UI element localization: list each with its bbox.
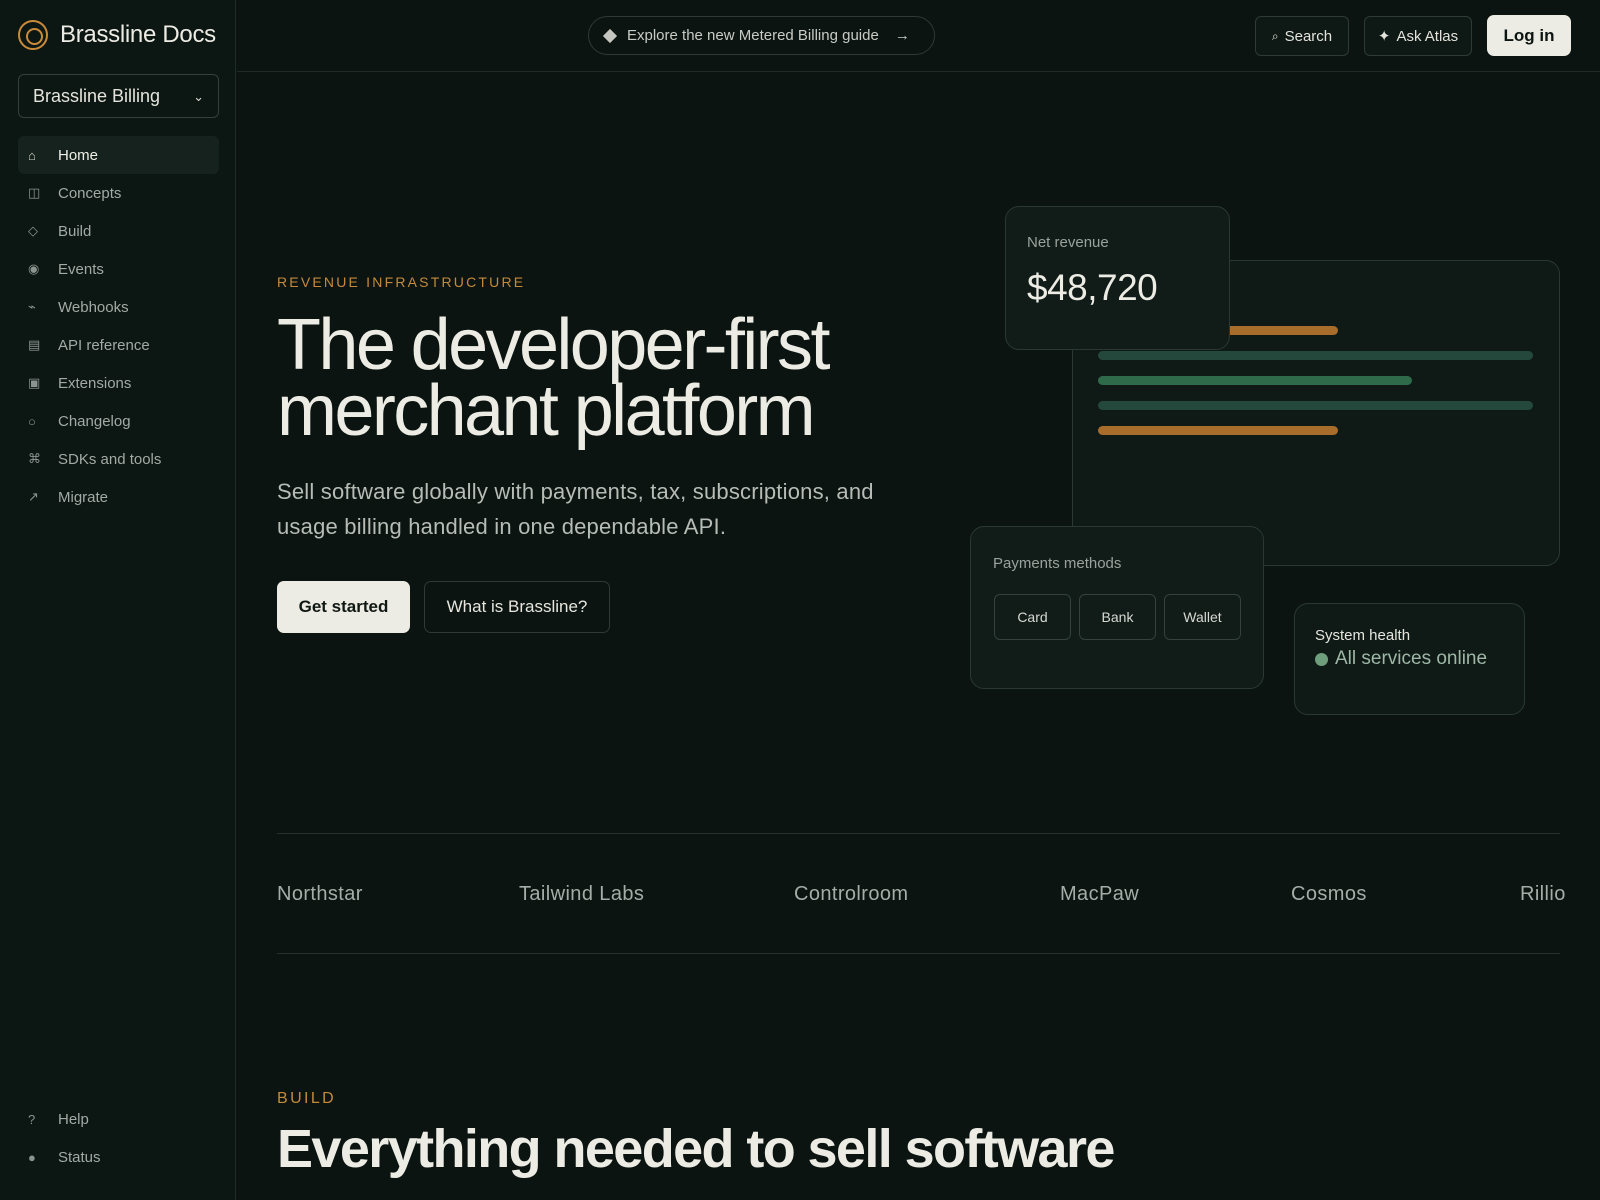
- hero-eyebrow: REVENUE INFRASTRUCTURE: [277, 274, 526, 290]
- top-bar: Explore the new Metered Billing guide → …: [237, 0, 1600, 72]
- net-revenue-value: $48,720: [1027, 267, 1158, 308]
- divider: [277, 833, 1560, 834]
- diamond-icon: ◇: [28, 223, 38, 238]
- sidebar-item-label: Events: [58, 260, 104, 278]
- net-revenue-card: Net revenue $48,720: [1005, 206, 1230, 350]
- sidebar-item-status[interactable]: ● Status: [18, 1138, 219, 1176]
- sidebar-item-help[interactable]: ? Help: [18, 1100, 219, 1138]
- preview-bar: [1098, 426, 1338, 435]
- announcement-pill[interactable]: Explore the new Metered Billing guide →: [588, 16, 935, 55]
- arrow-up-right-icon: ↗: [28, 489, 39, 504]
- diamond-icon: [602, 28, 618, 43]
- hero-subtitle: Sell software globally with payments, ta…: [277, 479, 874, 539]
- product-select[interactable]: Brassline Billing ⌄: [18, 74, 219, 118]
- puzzle-icon: ▣: [28, 375, 41, 390]
- payment-method-card[interactable]: Card: [994, 594, 1071, 640]
- sidebar-item-home[interactable]: ⌂ Home: [18, 136, 219, 174]
- home-icon: ⌂: [28, 147, 36, 163]
- login-button[interactable]: Log in: [1487, 15, 1571, 56]
- ask-atlas-button[interactable]: ✦ Ask Atlas: [1364, 16, 1472, 56]
- hero-title: The developer-first merchant platform: [277, 305, 830, 451]
- get-started-button[interactable]: Get started: [277, 581, 410, 633]
- webhook-icon: ⌁: [28, 299, 36, 314]
- system-health-status-text: All services online: [1335, 648, 1488, 669]
- sidebar-item-sdks-and-tools[interactable]: ⌘ SDKs and tools: [18, 440, 219, 478]
- announcement-text: Explore the new Metered Billing guide: [627, 27, 879, 44]
- customer-logo: Cosmos: [1291, 883, 1367, 905]
- divider: [277, 953, 1560, 954]
- preview-bar: [1098, 401, 1533, 410]
- build-section-title: Everything needed to sell software: [277, 1119, 1115, 1179]
- system-health-status: All services online: [1315, 648, 1487, 670]
- payment-methods-card: Payments methods Card Bank Wallet: [970, 526, 1264, 689]
- build-eyebrow: BUILD: [277, 1090, 337, 1107]
- customer-logo: Controlroom: [794, 883, 909, 905]
- sidebar-item-label: Status: [58, 1148, 101, 1166]
- sidebar-item-label: Migrate: [58, 488, 109, 506]
- sidebar-item-label: Extensions: [58, 374, 132, 392]
- sidebar-item-label: API reference: [58, 336, 150, 354]
- help-icon: ?: [28, 1111, 36, 1127]
- sidebar-nav: ⌂ Home ◫ Concepts ◇ Build ◉ Events ⌁ Web…: [18, 136, 219, 516]
- what-is-brassline-button[interactable]: What is Brassline?: [424, 581, 610, 633]
- command-icon: ⌘: [28, 451, 41, 466]
- search-icon: ⌕: [1271, 28, 1279, 43]
- product-select-value: Brassline Billing: [33, 85, 161, 106]
- code-doc-icon: ▤: [28, 337, 41, 352]
- sidebar-item-label: Build: [58, 222, 92, 240]
- sidebar-item-label: Home: [58, 146, 99, 164]
- sidebar-item-label: Concepts: [58, 184, 122, 202]
- system-health-card: System health All services online: [1294, 603, 1525, 715]
- radio-icon: ◉: [28, 261, 40, 276]
- sidebar-item-build[interactable]: ◇ Build: [18, 212, 219, 250]
- arrow-right-icon: →: [894, 27, 910, 44]
- sidebar-item-extensions[interactable]: ▣ Extensions: [18, 364, 219, 402]
- customer-logo: Rillio: [1520, 883, 1566, 905]
- payment-method-wallet[interactable]: Wallet: [1164, 594, 1241, 640]
- customer-logo: Tailwind Labs: [519, 883, 645, 905]
- payment-methods-label: Payments methods: [993, 555, 1122, 572]
- payment-method-bank[interactable]: Bank: [1079, 594, 1156, 640]
- sidebar-item-events[interactable]: ◉ Events: [18, 250, 219, 288]
- sidebar-item-label: Help: [58, 1110, 89, 1128]
- sidebar-item-label: SDKs and tools: [58, 450, 162, 468]
- preview-bar: [1098, 376, 1412, 385]
- book-icon: ◫: [28, 185, 41, 200]
- sidebar-item-changelog[interactable]: ○ Changelog: [18, 402, 219, 440]
- sidebar-item-concepts[interactable]: ◫ Concepts: [18, 174, 219, 212]
- circle-icon: ○: [28, 413, 36, 429]
- chevron-down-icon: ⌄: [193, 89, 204, 104]
- system-health-label: System health: [1315, 627, 1411, 644]
- preview-bar: [1098, 351, 1533, 360]
- brass-ring-logo-icon: [18, 20, 48, 50]
- search-button[interactable]: ⌕ Search: [1255, 16, 1349, 56]
- sidebar-item-label: Webhooks: [58, 298, 129, 316]
- brand-name: Brassline Docs: [60, 21, 216, 48]
- customer-logo: Northstar: [277, 883, 363, 905]
- status-dot-icon: [1315, 652, 1328, 666]
- customer-logo: MacPaw: [1060, 883, 1140, 905]
- sidebar-item-label: Changelog: [58, 412, 131, 430]
- net-revenue-label: Net revenue: [1027, 234, 1109, 251]
- sidebar-item-migrate[interactable]: ↗ Migrate: [18, 478, 219, 516]
- status-dot-icon: ●: [28, 1149, 36, 1165]
- sidebar-item-webhooks[interactable]: ⌁ Webhooks: [18, 288, 219, 326]
- search-button-label: Search: [1284, 27, 1333, 45]
- sidebar: Brassline Docs Brassline Billing ⌄ ⌂ Hom…: [0, 0, 236, 1200]
- ask-atlas-label: Ask Atlas: [1396, 27, 1459, 45]
- sidebar-item-api-reference[interactable]: ▤ API reference: [18, 326, 219, 364]
- sparkle-icon: ✦: [1377, 28, 1391, 45]
- brand[interactable]: Brassline Docs: [18, 19, 216, 51]
- sidebar-bottom-nav: ? Help ● Status: [18, 1100, 219, 1176]
